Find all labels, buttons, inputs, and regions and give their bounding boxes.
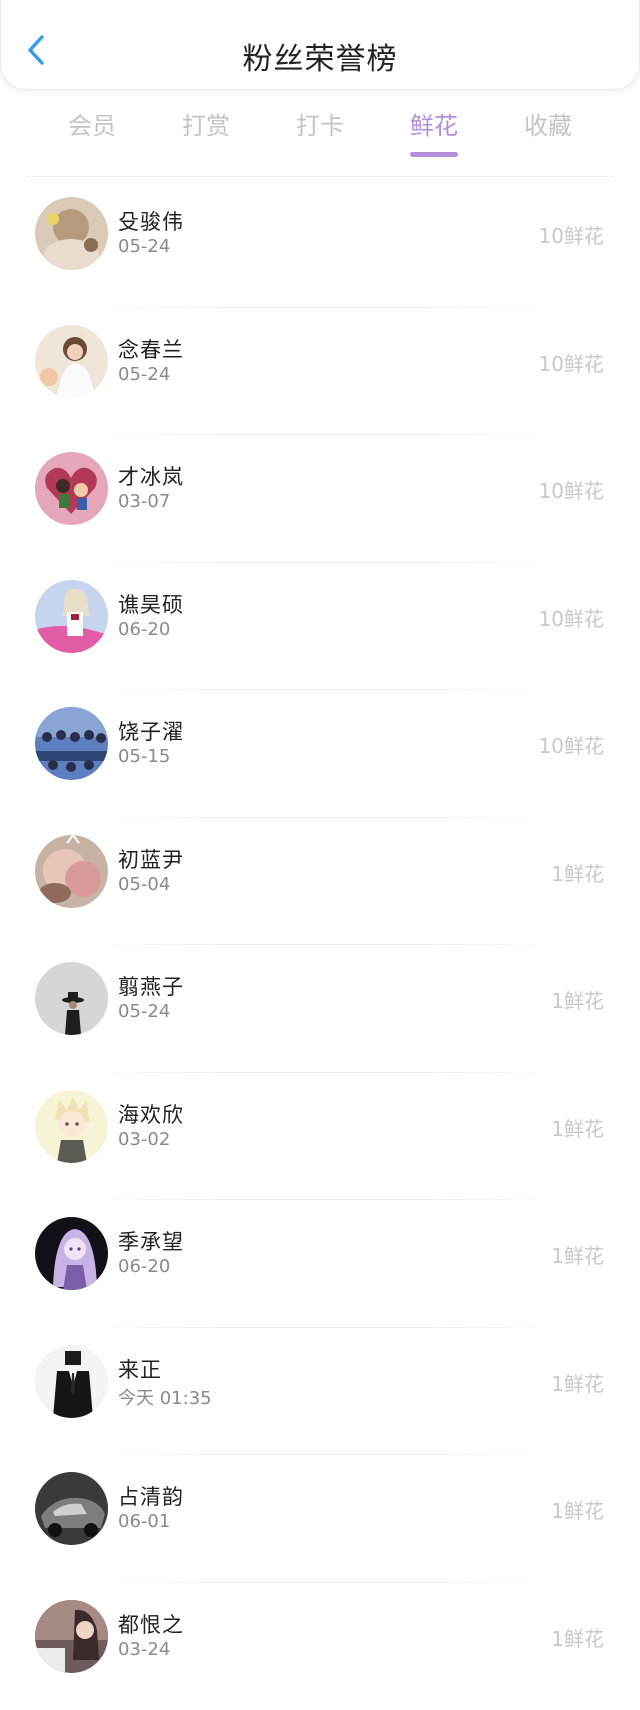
list-item[interactable]: 初蓝尹 05-04 1鲜花: [0, 818, 640, 946]
flower-count: 10鲜花: [539, 475, 604, 504]
fan-time: 05-24: [118, 236, 170, 257]
fan-time: 05-24: [118, 1001, 170, 1022]
list-item[interactable]: 来正 今天 01:35 1鲜花: [0, 1328, 640, 1456]
fan-name: 来正: [118, 1354, 162, 1384]
fan-time: 06-20: [118, 619, 170, 640]
fan-time: 06-01: [118, 1511, 170, 1532]
flower-count: 1鲜花: [551, 1113, 604, 1142]
list-item[interactable]: 饶子濯 05-15 10鲜花: [0, 690, 640, 818]
fan-name: 谯昊硕: [118, 589, 184, 619]
tab-bar: 会员 打赏 打卡 鲜花 收藏: [0, 104, 640, 176]
avatar: [35, 197, 108, 270]
list-item[interactable]: 翦燕子 05-24 1鲜花: [0, 945, 640, 1073]
fan-time: 05-15: [118, 746, 170, 767]
list-item[interactable]: 占清韵 06-01 1鲜花: [0, 1455, 640, 1583]
fan-name: 都恨之: [118, 1609, 184, 1639]
fan-time: 03-07: [118, 491, 170, 512]
list-item[interactable]: 季承望 06-20 1鲜花: [0, 1200, 640, 1328]
fan-name: 占清韵: [118, 1481, 184, 1511]
tab-label: 会员: [68, 104, 116, 148]
fan-time: 今天 01:35: [118, 1384, 212, 1410]
fan-name: 念春兰: [118, 334, 184, 364]
avatar: [35, 1090, 108, 1163]
tab-favorites[interactable]: 收藏: [491, 104, 605, 160]
flower-count: 10鲜花: [539, 348, 604, 377]
avatar: [35, 1217, 108, 1290]
avatar: [35, 1472, 108, 1545]
flower-count: 10鲜花: [539, 220, 604, 249]
fan-name: 初蓝尹: [118, 844, 184, 874]
list-item[interactable]: 殳骏伟 05-24 10鲜花: [0, 180, 640, 308]
tabs-divider: [26, 176, 614, 177]
tab-label: 打卡: [296, 104, 344, 148]
avatar: [35, 452, 108, 525]
fan-name: 才冰岚: [118, 461, 184, 491]
fan-time: 05-04: [118, 874, 170, 895]
flower-count: 1鲜花: [551, 1240, 604, 1269]
tab-label: 鲜花: [410, 104, 458, 148]
tab-rewards[interactable]: 打赏: [149, 104, 263, 160]
flower-count: 1鲜花: [551, 1623, 604, 1652]
fan-time: 03-24: [118, 1639, 170, 1660]
fan-name: 饶子濯: [118, 716, 184, 746]
flower-count: 1鲜花: [551, 858, 604, 887]
tab-flowers[interactable]: 鲜花: [377, 104, 491, 160]
list-item[interactable]: 海欢欣 03-02 1鲜花: [0, 1073, 640, 1201]
avatar: [35, 580, 108, 653]
list-item[interactable]: 念春兰 05-24 10鲜花: [0, 308, 640, 436]
avatar: [35, 325, 108, 398]
fan-name: 季承望: [118, 1226, 184, 1256]
avatar: [35, 835, 108, 908]
fan-time: 05-24: [118, 364, 170, 385]
fan-time: 06-20: [118, 1256, 170, 1277]
flower-count: 10鲜花: [539, 603, 604, 632]
avatar: [35, 1600, 108, 1673]
list-item[interactable]: 才冰岚 03-07 10鲜花: [0, 435, 640, 563]
avatar: [35, 1345, 108, 1418]
active-tab-indicator: [410, 152, 458, 157]
tab-checkin[interactable]: 打卡: [263, 104, 377, 160]
fan-list: 殳骏伟 05-24 10鲜花 念春兰 05-24 10鲜花: [0, 180, 640, 1710]
avatar: [35, 707, 108, 780]
flower-count: 1鲜花: [551, 985, 604, 1014]
flower-count: 1鲜花: [551, 1368, 604, 1397]
fan-name: 海欢欣: [118, 1099, 184, 1129]
list-item[interactable]: 谯昊硕 06-20 10鲜花: [0, 563, 640, 691]
flower-count: 10鲜花: [539, 730, 604, 759]
tab-label: 打赏: [182, 104, 230, 148]
fan-name: 翦燕子: [118, 971, 184, 1001]
flower-count: 1鲜花: [551, 1495, 604, 1524]
fan-name: 殳骏伟: [118, 206, 184, 236]
avatar: [35, 962, 108, 1035]
tab-label: 收藏: [524, 104, 572, 148]
page-title: 粉丝荣誉榜: [1, 34, 639, 78]
fan-time: 03-02: [118, 1129, 170, 1150]
tab-members[interactable]: 会员: [35, 104, 149, 160]
list-item[interactable]: 都恨之 03-24 1鲜花: [0, 1583, 640, 1710]
top-bar: 粉丝荣誉榜: [0, 0, 640, 90]
